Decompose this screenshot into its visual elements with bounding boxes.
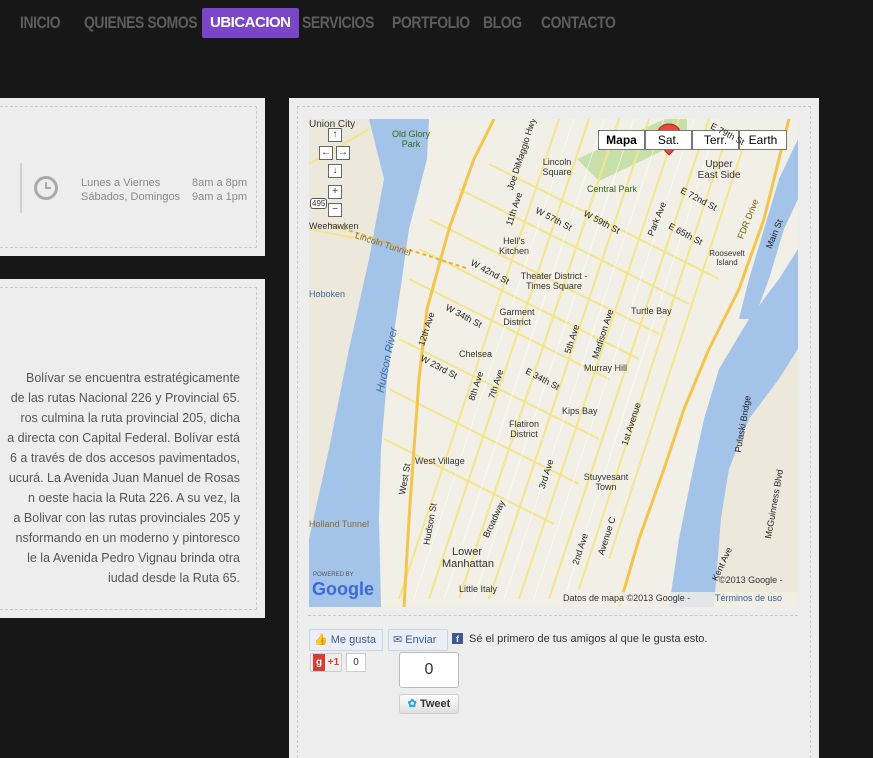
facebook-icon: f bbox=[452, 633, 463, 644]
nav-contacto[interactable]: CONTACTO bbox=[541, 8, 616, 38]
description-line: nsformando en un moderno y pintoresco bbox=[15, 531, 240, 545]
nav-quienes-somos[interactable]: QUIENES SOMOS bbox=[84, 8, 198, 38]
map-type-mapa[interactable]: Mapa bbox=[598, 130, 645, 150]
description-line: le la Avenida Pedro Vignau brinda otra bbox=[27, 551, 240, 565]
pan-up-button[interactable]: ↑ bbox=[328, 128, 342, 142]
description-line: ros culmina la ruta provincial 205, dich… bbox=[20, 411, 240, 425]
description-line: n oeste hacia la Ruta 226. A su vez, la bbox=[28, 491, 240, 505]
gplus-icon: g bbox=[313, 654, 325, 671]
place-label: Lincoln Square bbox=[542, 157, 572, 177]
place-label: Murray Hill bbox=[584, 363, 628, 373]
place-label: Lower Manhattan bbox=[442, 546, 494, 570]
place-label: Weehawken bbox=[309, 221, 359, 231]
place-label: Old Glory Park bbox=[391, 129, 430, 149]
pan-left-button[interactable]: ← bbox=[319, 146, 333, 160]
nav-ubicacion[interactable]: UBICACION bbox=[202, 8, 299, 38]
zoom-out-button[interactable]: − bbox=[328, 203, 342, 217]
place-label: Garment District bbox=[499, 307, 535, 327]
description-line: ucurá. La Avenida Juan Manuel de Rosas bbox=[8, 471, 240, 485]
map-terms-link[interactable]: Términos de uso bbox=[715, 593, 782, 603]
nav-blog[interactable]: BLOG bbox=[483, 8, 522, 38]
description-line: iudad desde la Ruta 65. bbox=[107, 571, 240, 585]
hours-days-weekend: Sábados, Domingos bbox=[81, 191, 181, 203]
place-label: Hell's Kitchen bbox=[498, 236, 530, 256]
map-separator bbox=[308, 615, 798, 616]
map-data-credit: Datos de mapa ©2013 Google - bbox=[563, 593, 691, 603]
description-line: Bolívar se encuentra estratégicamente bbox=[25, 371, 240, 385]
gplus-button[interactable]: g +1 bbox=[310, 653, 342, 672]
place-label: Upper East Side bbox=[697, 159, 741, 181]
gplus-label: +1 bbox=[327, 657, 340, 668]
twitter-bird-icon: ✿ bbox=[407, 698, 417, 710]
clock-icon bbox=[34, 176, 58, 200]
hours-days-weekday: Lunes a Viernes bbox=[81, 177, 161, 189]
main-nav: INICIO QUIENES SOMOS UBICACION SERVICIOS… bbox=[0, 0, 873, 50]
fb-social-text: Sé el primero de tus amigos al que le gu… bbox=[469, 633, 708, 645]
place-label: Hoboken bbox=[309, 289, 346, 299]
like-label: Me gusta bbox=[330, 634, 377, 646]
place-label: Kips Bay bbox=[562, 406, 598, 416]
street-label: Holland Tunnel bbox=[309, 519, 370, 529]
map-type-sat[interactable]: Sat. bbox=[645, 130, 692, 150]
description-text: Bolívar se encuentra estratégicamente de… bbox=[0, 368, 240, 588]
thumbs-up-icon: 👍 bbox=[314, 634, 328, 646]
fb-send-button[interactable]: ✉ Enviar bbox=[388, 629, 448, 651]
send-label: Enviar bbox=[405, 634, 437, 646]
tweet-button[interactable]: ✿ Tweet bbox=[399, 694, 459, 714]
place-label: Turtle Bay bbox=[631, 306, 672, 316]
pan-right-button[interactable]: → bbox=[336, 146, 350, 160]
place-label: Roosevelt Island bbox=[709, 249, 745, 267]
tweet-count: 0 bbox=[399, 652, 459, 688]
highway-badge: 495 bbox=[310, 198, 328, 209]
send-icon: ✉ bbox=[393, 634, 403, 646]
description-line: de las rutas Nacional 226 y Provincial 6… bbox=[10, 391, 240, 405]
nav-portfolio[interactable]: PORTFOLIO bbox=[392, 8, 470, 38]
map-type-earth[interactable]: Earth bbox=[739, 130, 787, 150]
fb-like-button[interactable]: 👍 Me gusta bbox=[309, 629, 383, 651]
hours-divider bbox=[20, 163, 22, 213]
nav-servicios[interactable]: SERVICIOS bbox=[302, 8, 374, 38]
google-logo[interactable]: Google bbox=[312, 579, 374, 600]
place-label: Central Park bbox=[587, 184, 638, 194]
place-label: Little Italy bbox=[459, 584, 498, 594]
place-label: Theater District - Times Square bbox=[520, 271, 588, 291]
place-label: Chelsea bbox=[459, 349, 493, 359]
pan-down-button[interactable]: ↓ bbox=[328, 164, 342, 178]
gplus-count: 0 bbox=[346, 653, 366, 672]
tweet-label: Tweet bbox=[419, 698, 451, 710]
place-label: West Village bbox=[415, 456, 465, 466]
description-line: a Bolivar con las rutas provinciales 205… bbox=[13, 511, 240, 525]
place-label: Stuyvesant Town bbox=[583, 472, 629, 492]
hours-time-weekend: 9am a 1pm bbox=[192, 191, 248, 203]
nav-inicio[interactable]: INICIO bbox=[20, 8, 61, 38]
place-label: Flatiron District bbox=[508, 419, 539, 439]
place-label: Union City bbox=[309, 119, 356, 130]
google-map[interactable]: Mapa Sat. Terr. Earth ↑ ← → ↓ + − 495 Un… bbox=[309, 119, 798, 607]
description-line: 6 a través de dos accesos pavimentados, bbox=[10, 451, 240, 465]
description-line: a directa con Capital Federal. Bolívar e… bbox=[7, 431, 240, 445]
powered-by-label: POWERED BY bbox=[313, 572, 354, 578]
hours-time-weekday: 8am a 8pm bbox=[192, 177, 248, 189]
zoom-in-button[interactable]: + bbox=[328, 185, 342, 199]
map-copyright: ©2013 Google - bbox=[719, 575, 783, 585]
